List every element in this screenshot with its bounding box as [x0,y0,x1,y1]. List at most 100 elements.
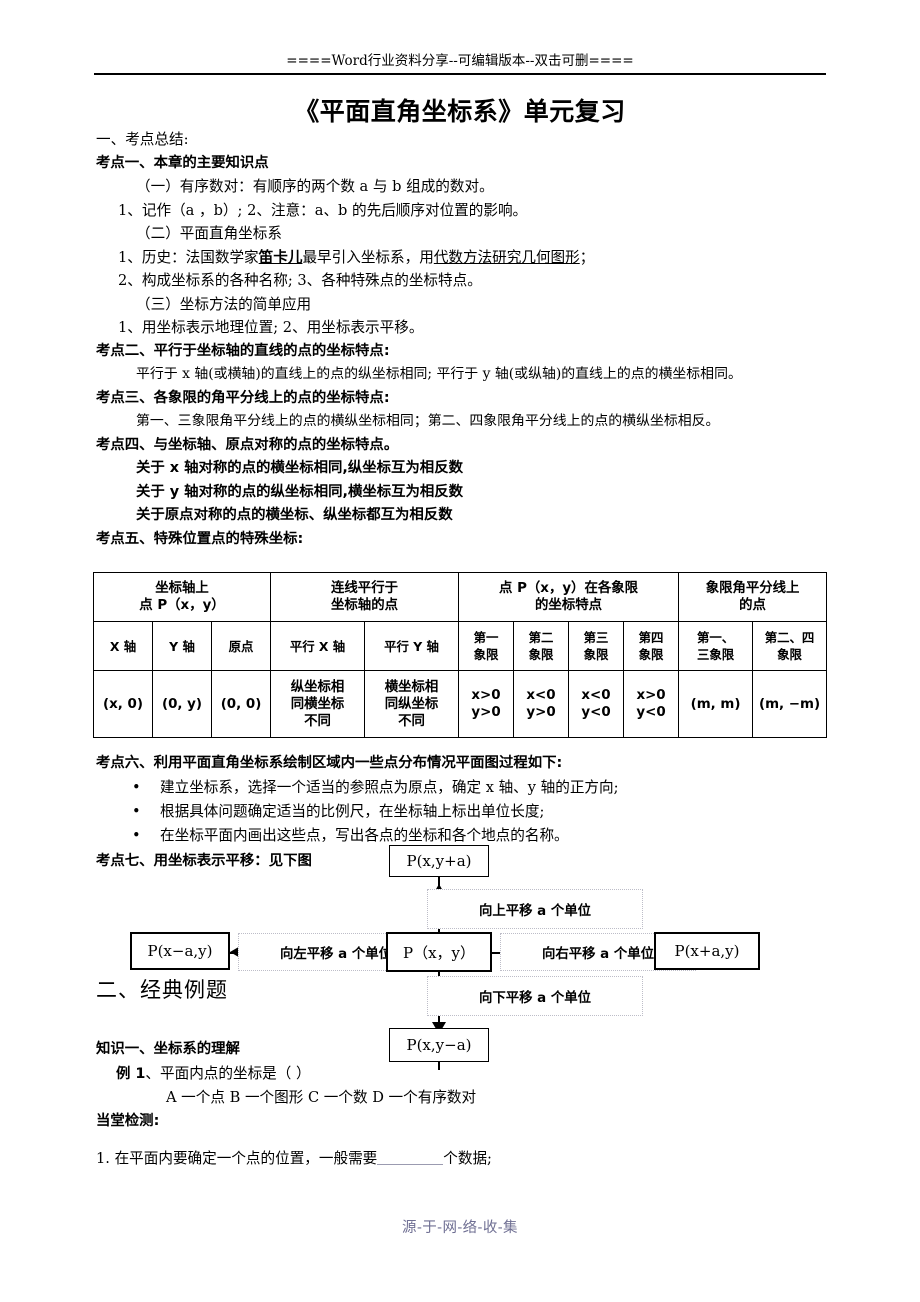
kaodian-4-line-1: 关于 x 轴对称的点的横坐标相同,纵坐标互为相反数 [136,460,463,476]
sub-header-9-l2: 三象限 [696,647,735,662]
table-sub-header-9: 第一、 三象限 [678,621,754,671]
arrow-right-icon [644,945,656,959]
arrow-left-icon [230,945,242,959]
table-sub-header-3: 平行 X 轴 [270,621,365,671]
q2-x: x<0 [526,688,556,703]
kaodian-7-heading: 考点七、用坐标表示平移：见下图 [96,852,312,869]
sub-header-1-l1: Y 轴 [169,638,195,654]
box-point-left: P(x−a,y) [130,932,230,970]
table-group-header-2: 连线平行于 坐标轴的点 [269,572,460,622]
table-sub-header-1: Y 轴 [152,621,212,671]
group-header-3-line-2: 的坐标特点 [535,598,602,613]
document-page: ====Word行业资料分享--可编辑版本--双击可删==== 《平面直角坐标系… [0,0,920,1302]
quiz-heading: 当堂检测: [96,1112,160,1129]
q4-x: x>0 [636,688,666,703]
table-cell-parallel-y: 横坐标相 同纵坐标 不同 [363,670,460,738]
sub-header-9-l1: 第一、 [696,630,735,645]
box-point-right: P(x+a,y) [654,932,760,970]
quiz-q1-blank[interactable] [377,1150,444,1165]
parallel-y-l1: 横坐标相 [384,679,439,695]
q4-y: y<0 [636,705,666,720]
diagram-line-left [228,952,444,954]
kaodian-6-bullet-3: • 在坐标平面内画出这些点，写出各点的坐标和各个地点的名称。 [96,824,836,848]
sub-header-6-l2: 象限 [528,647,554,662]
quiz-question-1: 1. 在平面内要确定一个点的位置，一般需要 个数据; [88,1133,848,1171]
table-group-header-4: 象限角平分线上 的点 [678,572,828,622]
q3-x: x<0 [581,688,611,703]
q1-x: x>0 [471,688,501,703]
table-sub-header-8: 第四 象限 [623,621,680,671]
sub-header-10-l2: 象限 [777,647,802,662]
kaodian-1-line-2: 1、记作（a ，b）; 2、注意：a、b 的先后顺序对位置的影响。 [118,201,528,219]
descartes-name: 笛卡儿 [258,248,303,266]
section-two-heading: 二、经典例题 [96,978,228,1002]
sub-header-0-l1: X 轴 [109,638,137,654]
sub-header-10-l1: 第二、四 [764,630,815,645]
diagram-line-right [436,952,656,954]
diagram-line-up [438,872,440,986]
kaodian-2-body: 平行于 x 轴(或横轴)的直线上的点的纵坐标相同; 平行于 y 轴(或纵轴)的直… [136,366,742,382]
footer-text: 源-于-网-络-收-集 [402,1220,518,1236]
group-header-3-line-1: 点 P（x，y）在各象限 [499,581,639,596]
table-sub-header-row: X 轴 Y 轴 原点 平行 X 轴 平行 Y 轴 第一 象限 第二 象限 第三 象限 … [93,621,828,671]
kaodian-6-block: 考点六、利用平面直角坐标系绘制区域内一些点分布情况平面图过程如下: • 建立坐标系… [96,752,836,873]
table-group-header-1: 坐标轴上 点 P（x，y） [93,572,271,622]
group-header-2-line-2: 坐标轴的点 [331,598,398,613]
history-mid: 最早引入坐标系，用 [302,248,434,266]
table-cell-quadrant-3: x<0 y<0 [568,670,625,738]
bullet-icon: • [132,802,141,820]
table-cell-parallel-x: 纵坐标相 同横坐标 不同 [270,670,365,738]
algebra-method-phrase: 代数方法研究几何图形 [433,248,580,266]
table-sub-header-5: 第一 象限 [458,621,515,671]
bullet-3-text: 在坐标平面内画出这些点，写出各点的坐标和各个地点的名称。 [160,826,569,844]
history-post: ； [579,248,595,266]
example-1-text: 、平面内点的坐标是（ ） [145,1064,311,1082]
label-move-left: 向左平移 a 个单位 [238,933,434,971]
kaodian-1-heading: 考点一、本章的主要知识点 [96,154,269,171]
label-move-up: 向上平移 a 个单位 [427,889,643,929]
kaodian-6-heading: 考点六、利用平面直角坐标系绘制区域内一些点分布情况平面图过程如下: [96,755,563,771]
table-cell-quadrant-4: x>0 y<0 [623,670,680,738]
kaodian-1-line-1: （一）有序数对：有顺序的两个数 a 与 b 组成的数对。 [136,178,494,195]
quiz-q1-post: 个数据; [443,1150,492,1167]
table-cell-bisector-13: (m, m) [678,670,754,738]
table-sub-header-10: 第二、四 象限 [752,621,828,671]
group-header-4-line-1: 象限角平分线上 [705,581,800,596]
kaodian-3-body: 第一、三象限角平分线上的点的横纵坐标相同；第二、四象限角平分线上的点的横纵坐标相… [136,413,720,429]
q2-y: y>0 [526,705,556,720]
arrow-down-icon [432,1022,446,1034]
header-banner: ====Word行业资料分享--可编辑版本--双击可删==== [0,50,920,69]
kaodian-5-heading: 考点五、特殊位置点的特殊坐标: [96,530,304,547]
kaodian-4-line-3: 关于原点对称的点的横坐标、纵坐标都互为相反数 [136,507,453,523]
bullet-1-text: 建立坐标系，选择一个适当的参照点为原点，确定 x 轴、y 轴的正方向; [160,778,619,796]
table-cell-y-axis: (0, y) [152,670,212,738]
kaodian-4-heading: 考点四、与坐标轴、原点对称的点的坐标特点。 [96,436,399,453]
sub-header-6-l1: 第二 [528,630,554,645]
q1-y: y>0 [471,705,501,720]
table-sub-header-2: 原点 [211,621,271,671]
label-move-right: 向右平移 a 个单位 [500,933,696,971]
kaodian-1-line-4: 1、历史：法国数学家笛卡儿最早引入坐标系，用代数方法研究几何图形； [96,246,836,270]
sub-header-5-l2: 象限 [473,647,499,662]
table-sub-header-6: 第二 象限 [513,621,570,671]
parallel-y-l2: 同纵坐标 [384,696,439,712]
kaodian-2-heading: 考点二、平行于坐标轴的直线的点的坐标特点: [96,342,390,359]
table-sub-header-7: 第三 象限 [568,621,625,671]
header-banner-text: ====Word行业资料分享--可编辑版本--双击可删==== [286,53,634,69]
q3-y: y<0 [581,705,611,720]
table-cell-quadrant-1: x>0 y>0 [458,670,515,738]
kaodian-1-line-6: （三）坐标方法的简单应用 [136,295,312,313]
kaodian-4-line-2: 关于 y 轴对称的点的纵坐标相同,横坐标互为相反数 [136,483,464,500]
history-pre: 1、历史：法国数学家 [118,248,259,266]
table-row: (x, 0) (0, y) (0, 0) 纵坐标相 同横坐标 不同 横坐标相 同… [93,670,828,738]
table-sub-header-4: 平行 Y 轴 [363,621,460,671]
section-two-body: 知识一、坐标系的理解 例 1、平面内点的坐标是（ ） A 一个点 B 一个图形 … [88,1038,848,1171]
special-points-table: 坐标轴上 点 P（x，y） 连线平行于 坐标轴的点 点 P（x，y）在各象限 的… [93,572,828,738]
document-body: 一、考点总结: 考点一、本章的主要知识点 （一）有序数对：有顺序的两个数 a 与… [96,128,836,551]
page-title: 《平面直角坐标系》单元复习 [294,97,626,126]
kaodian-1-line-5: 2、构成坐标系的各种名称; 3、各种特殊点的坐标特点。 [118,272,482,289]
group-header-4-line-2: 的点 [739,598,766,613]
kaodian-1-line-3: （二）平面直角坐标系 [136,225,282,242]
table-cell-x-axis: (x, 0) [93,670,153,738]
table-group-header-row: 坐标轴上 点 P（x，y） 连线平行于 坐标轴的点 点 P（x，y）在各象限 的… [93,572,828,622]
